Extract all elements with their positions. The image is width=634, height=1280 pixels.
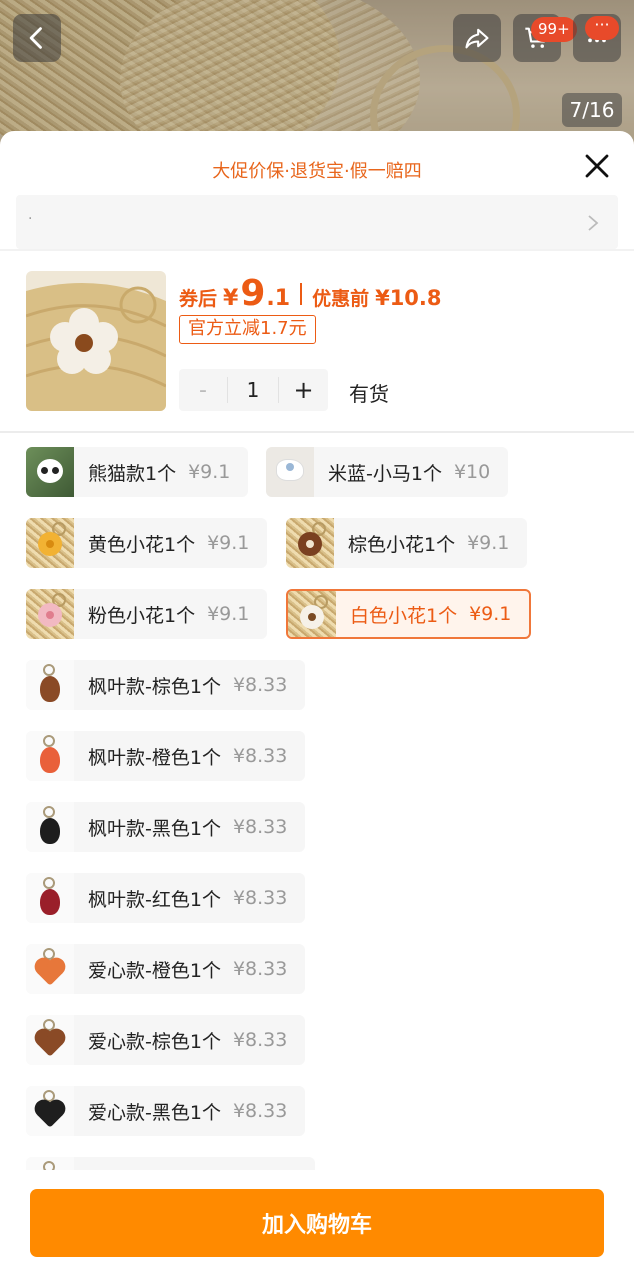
option-label: 枫叶款-红色1个	[88, 888, 221, 911]
option-price: ¥9.1	[188, 461, 231, 483]
share-icon	[465, 28, 489, 49]
sku-option[interactable]: 爱心款-黑色1个 ¥8.33	[26, 1086, 306, 1136]
cart-count-badge: 99+	[531, 17, 577, 42]
option-price: ¥8.33	[232, 674, 288, 696]
option-label: 熊猫款1个	[88, 462, 177, 485]
option-thumbnail	[266, 447, 314, 497]
option-price: ¥8.33	[232, 887, 288, 909]
price-after-label: 券后	[179, 288, 218, 310]
option-price: ¥9.1	[469, 603, 512, 625]
option-label: 黄色小花1个	[88, 533, 196, 556]
sku-option[interactable]: 米蓝-小马1个 ¥10	[266, 447, 509, 497]
sku-option[interactable]: 粉色小花1个 ¥9.1	[26, 589, 268, 639]
divider	[0, 431, 634, 433]
sku-option[interactable]: 枫叶款-红色1个 ¥8.33	[26, 873, 306, 923]
option-price: ¥9.1	[467, 532, 510, 554]
option-thumbnail	[286, 518, 334, 568]
option-label: 枫叶款-橙色1个	[88, 746, 221, 769]
option-label: 爱心款-橙色1个	[88, 959, 221, 982]
sku-option[interactable]: 枫叶款-橙色1个 ¥8.33	[26, 731, 306, 781]
price-before: ¥10.8	[375, 286, 442, 310]
chevron-left-icon	[29, 27, 42, 49]
sku-option[interactable]: 枫叶款-黑色1个 ¥8.33	[26, 802, 306, 852]
add-to-cart-button[interactable]: 加入购物车	[30, 1189, 604, 1257]
option-thumbnail	[26, 802, 74, 852]
quantity-stepper: - 1 +	[179, 369, 328, 411]
close-icon	[585, 154, 609, 178]
price-integer: 9	[240, 273, 266, 314]
option-price: ¥10	[453, 461, 491, 483]
option-price: ¥8.33	[232, 958, 288, 980]
address-text: ·	[28, 211, 33, 227]
option-price: ¥8.33	[232, 816, 288, 838]
option-label: 粉色小花1个	[88, 604, 196, 627]
close-button[interactable]	[580, 149, 614, 183]
option-thumbnail	[26, 731, 74, 781]
option-thumbnail	[26, 447, 74, 497]
divider	[0, 249, 634, 251]
option-label: 米蓝-小马1个	[328, 462, 442, 485]
price-symbol: ¥	[223, 286, 239, 311]
sku-option[interactable]: 枫叶款-棕色1个 ¥8.33	[26, 660, 306, 710]
chevron-right-icon	[588, 215, 599, 231]
option-price: ¥8.33	[232, 1029, 288, 1051]
share-button[interactable]	[453, 14, 501, 62]
more-badge: ···	[585, 16, 619, 40]
option-thumbnail	[26, 1086, 74, 1136]
promo-title: 大促价保·退货宝·假一赔四	[212, 161, 422, 182]
back-button[interactable]	[13, 14, 61, 62]
price-line: 券后 ¥ 9 .1 优惠前 ¥10.8	[179, 273, 442, 314]
option-price: ¥9.1	[207, 532, 250, 554]
option-label: 爱心款-棕色1个	[88, 1030, 221, 1053]
option-thumbnail	[26, 518, 74, 568]
coupon-tag: 官方立减1.7元	[179, 315, 316, 344]
sku-option-selected[interactable]: 白色小花1个 ¥9.1	[286, 589, 532, 639]
option-thumbnail	[26, 1015, 74, 1065]
option-label: 爱心款-黑色1个	[88, 1101, 221, 1124]
sku-option[interactable]: 黄色小花1个 ¥9.1	[26, 518, 268, 568]
address-selector[interactable]: ·	[16, 195, 618, 249]
option-price: ¥8.33	[232, 745, 288, 767]
price-separator	[300, 282, 303, 305]
image-counter: 7/16	[562, 93, 622, 127]
sku-option[interactable]: 爱心款-橙色1个 ¥8.33	[26, 944, 306, 994]
option-thumbnail	[26, 589, 74, 639]
option-thumbnail	[26, 873, 74, 923]
stock-status: 有货	[349, 382, 389, 406]
option-price: ¥8.33	[232, 1100, 288, 1122]
option-thumbnail	[26, 944, 74, 994]
quantity-value[interactable]: 1	[227, 377, 279, 403]
option-label: 白色小花1个	[350, 604, 458, 627]
option-label: 棕色小花1个	[348, 533, 456, 556]
price-decimal: .1	[266, 286, 291, 311]
sku-option[interactable]: 熊猫款1个 ¥9.1	[26, 447, 249, 497]
option-thumbnail	[26, 660, 74, 710]
option-label: 枫叶款-黑色1个	[88, 817, 221, 840]
increase-button[interactable]: +	[279, 376, 328, 404]
product-thumbnail[interactable]	[26, 271, 166, 411]
option-label: 枫叶款-棕色1个	[88, 675, 221, 698]
sku-option[interactable]: 棕色小花1个 ¥9.1	[286, 518, 528, 568]
option-thumbnail	[288, 591, 336, 637]
sku-option[interactable]: 爱心款-棕色1个 ¥8.33	[26, 1015, 306, 1065]
white-flower-keychain-image	[26, 271, 166, 411]
decrease-button[interactable]: -	[179, 378, 227, 403]
price-before-label: 优惠前	[312, 288, 370, 310]
option-price: ¥9.1	[207, 603, 250, 625]
